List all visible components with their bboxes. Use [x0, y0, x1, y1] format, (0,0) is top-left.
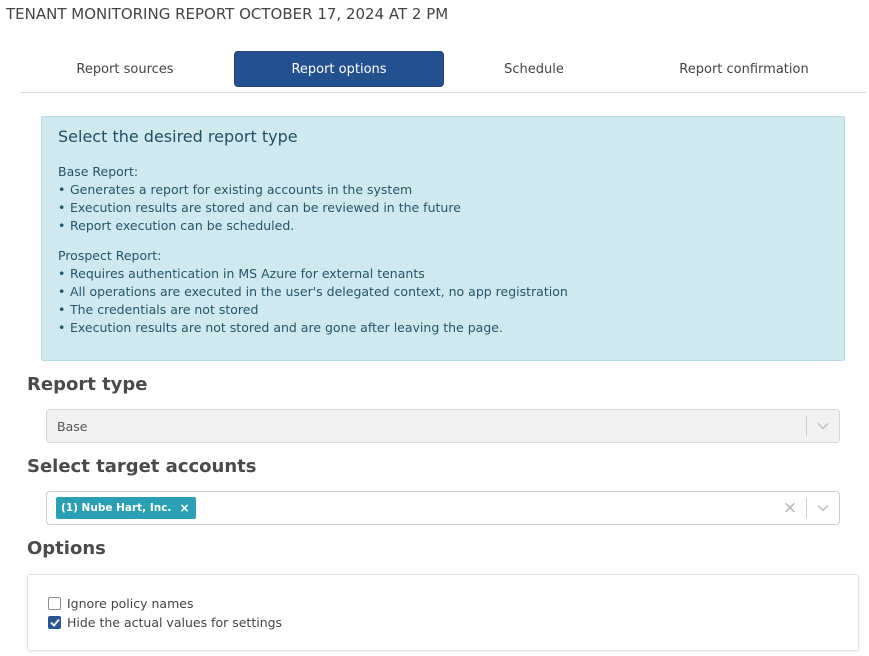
- wizard-tabs: Report sources Report options Schedule R…: [20, 51, 866, 93]
- tab-report-sources[interactable]: Report sources: [20, 51, 230, 87]
- list-item: The credentials are not stored: [58, 301, 828, 319]
- chevron-down-icon[interactable]: [807, 422, 839, 430]
- tab-report-options[interactable]: Report options: [234, 51, 444, 87]
- report-type-value: Base: [57, 418, 88, 434]
- base-report-list: Generates a report for existing accounts…: [58, 181, 828, 235]
- ignore-policy-names-checkbox[interactable]: [48, 597, 61, 610]
- list-item: Execution results are not stored and are…: [58, 319, 828, 337]
- list-item: Generates a report for existing accounts…: [58, 181, 828, 199]
- target-accounts-heading: Select target accounts: [27, 456, 257, 477]
- chevron-down-icon[interactable]: [807, 504, 839, 512]
- report-type-heading: Report type: [27, 374, 148, 395]
- info-title: Select the desired report type: [58, 127, 298, 146]
- clear-icon[interactable]: ×: [774, 498, 806, 518]
- list-item: Report execution can be scheduled.: [58, 217, 828, 235]
- list-item: All operations are executed in the user'…: [58, 283, 828, 301]
- checkmark-icon: [49, 618, 60, 627]
- option-label: Ignore policy names: [67, 596, 194, 611]
- option-hide-actual-values[interactable]: Hide the actual values for settings: [48, 615, 282, 630]
- hide-actual-values-checkbox[interactable]: [48, 616, 61, 629]
- chip-label: (1) Nube Hart, Inc.: [61, 502, 172, 514]
- options-heading: Options: [27, 538, 106, 559]
- report-type-info-panel: Select the desired report type Base Repo…: [41, 116, 845, 361]
- report-type-select[interactable]: Base: [46, 409, 840, 443]
- target-accounts-select[interactable]: (1) Nube Hart, Inc. × ×: [46, 491, 840, 525]
- option-ignore-policy-names[interactable]: Ignore policy names: [48, 596, 193, 611]
- remove-chip-icon[interactable]: ×: [171, 501, 195, 515]
- prospect-report-list: Requires authentication in MS Azure for …: [58, 265, 828, 337]
- selected-values: (1) Nube Hart, Inc. ×: [47, 497, 774, 519]
- tab-schedule[interactable]: Schedule: [429, 51, 639, 87]
- page-title: TENANT MONITORING REPORT OCTOBER 17, 202…: [6, 5, 449, 23]
- options-panel: Ignore policy names Hide the actual valu…: [27, 574, 859, 651]
- prospect-report-heading: Prospect Report:: [58, 248, 162, 263]
- list-item: Execution results are stored and can be …: [58, 199, 828, 217]
- account-chip: (1) Nube Hart, Inc. ×: [56, 497, 196, 519]
- base-report-heading: Base Report:: [58, 164, 139, 179]
- option-label: Hide the actual values for settings: [67, 615, 283, 630]
- tab-report-confirmation[interactable]: Report confirmation: [639, 51, 849, 87]
- list-item: Requires authentication in MS Azure for …: [58, 265, 828, 283]
